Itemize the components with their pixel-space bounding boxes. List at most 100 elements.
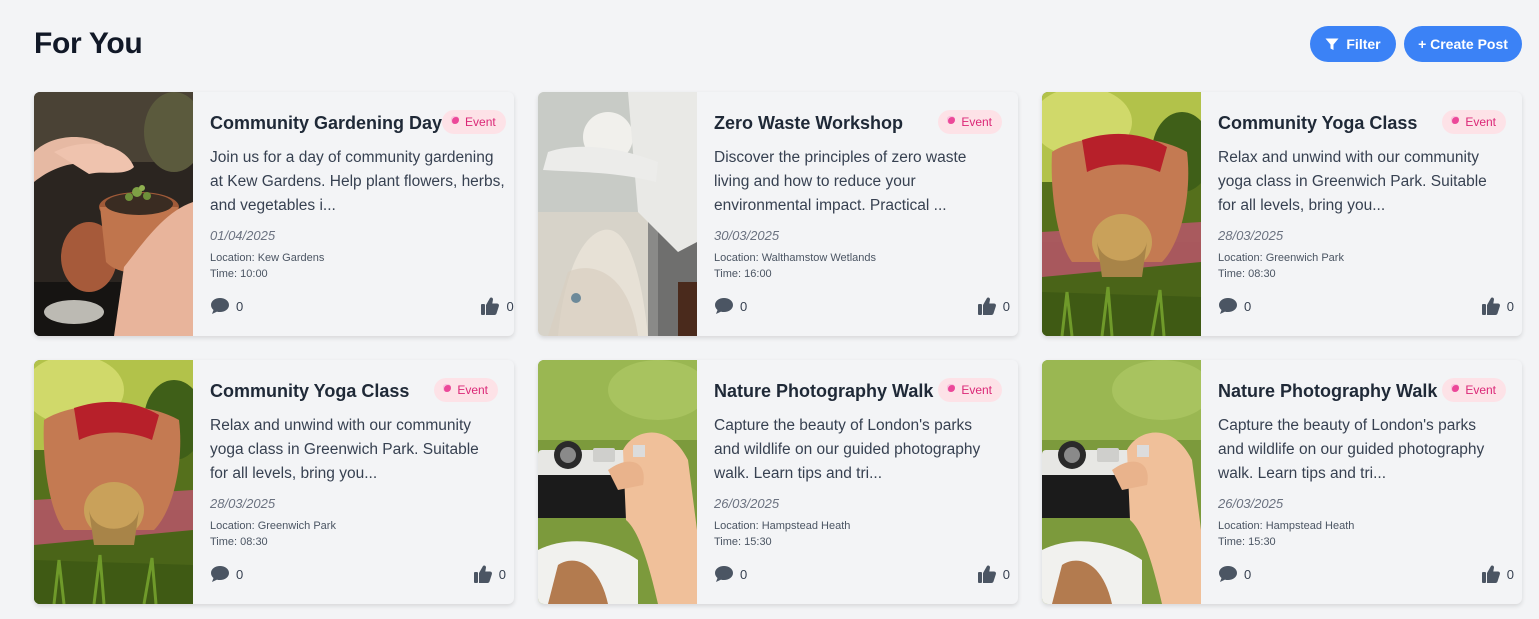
post-image xyxy=(1042,92,1201,336)
badge-label: Event xyxy=(961,115,992,129)
create-post-button-label: + Create Post xyxy=(1418,36,1508,52)
thumbs-up-icon xyxy=(480,296,500,316)
post-title-row: Community Yoga Class Event xyxy=(1218,110,1506,138)
post-card[interactable]: Community Yoga Class Event Relax and unw… xyxy=(34,360,514,604)
comment-button[interactable]: 0 xyxy=(210,565,243,583)
like-count: 0 xyxy=(498,566,506,582)
filter-button-label: Filter xyxy=(1346,36,1381,52)
badge-label: Event xyxy=(457,383,488,397)
event-dot-icon xyxy=(947,116,956,124)
post-meta: Location: Kew Gardens Time: 10:00 xyxy=(210,250,506,282)
page-title: For You xyxy=(34,27,143,60)
post-title[interactable]: Nature Photography Walk xyxy=(714,381,933,402)
post-footer: 0 0 xyxy=(210,564,506,584)
post-image xyxy=(538,360,697,604)
create-post-button[interactable]: + Create Post xyxy=(1404,26,1522,62)
post-title-row: Zero Waste Workshop Event xyxy=(714,110,1002,138)
post-card-body: Nature Photography Walk Event Capture th… xyxy=(1201,360,1522,604)
post-title[interactable]: Community Gardening Day xyxy=(210,113,442,134)
post-location: Location: Hampstead Heath xyxy=(714,520,851,532)
page-header: For You Filter + Create Post xyxy=(34,24,1522,64)
post-location: Location: Hampstead Heath xyxy=(1218,520,1355,532)
event-badge: Event xyxy=(434,378,498,402)
post-date: 26/03/2025 xyxy=(714,496,780,511)
post-description: Discover the principles of zero waste li… xyxy=(714,149,967,214)
post-card[interactable]: Nature Photography Walk Event Capture th… xyxy=(1042,360,1522,604)
post-date: 26/03/2025 xyxy=(1218,496,1284,511)
post-title-row: Nature Photography Walk Event xyxy=(714,378,1002,406)
post-image xyxy=(34,92,193,336)
like-count: 0 xyxy=(506,298,514,314)
post-date: 01/04/2025 xyxy=(210,228,276,243)
event-badge: Event xyxy=(442,110,506,134)
comment-count: 0 xyxy=(1244,566,1252,582)
filter-button[interactable]: Filter xyxy=(1310,26,1396,62)
post-footer: 0 0 xyxy=(1218,296,1514,316)
comment-icon xyxy=(1218,565,1238,583)
post-meta: Location: Greenwich Park Time: 08:30 xyxy=(1218,250,1506,282)
like-button[interactable]: 0 xyxy=(1481,296,1514,316)
post-title[interactable]: Nature Photography Walk xyxy=(1218,381,1437,402)
post-time: Time: 15:30 xyxy=(1218,536,1276,548)
post-footer: 0 0 xyxy=(210,296,514,316)
comment-count: 0 xyxy=(740,566,748,582)
post-image xyxy=(1042,360,1201,604)
post-card[interactable]: Nature Photography Walk Event Capture th… xyxy=(538,360,1018,604)
like-button[interactable]: 0 xyxy=(1481,564,1514,584)
comment-button[interactable]: 0 xyxy=(1218,565,1251,583)
comment-icon xyxy=(1218,297,1238,315)
post-location: Location: Walthamstow Wetlands xyxy=(714,252,877,264)
event-badge: Event xyxy=(938,378,1002,402)
post-footer: 0 0 xyxy=(1218,564,1514,584)
post-title[interactable]: Community Yoga Class xyxy=(1218,113,1417,134)
like-button[interactable]: 0 xyxy=(977,564,1010,584)
comment-button[interactable]: 0 xyxy=(1218,297,1251,315)
post-card-body: Nature Photography Walk Event Capture th… xyxy=(697,360,1018,604)
like-button[interactable]: 0 xyxy=(480,296,514,316)
badge-label: Event xyxy=(465,115,496,129)
post-card[interactable]: Community Gardening Day Event Join us fo… xyxy=(34,92,514,336)
post-grid: Community Gardening Day Event Join us fo… xyxy=(34,92,1522,604)
post-footer: 0 0 xyxy=(714,296,1010,316)
comment-count: 0 xyxy=(740,298,748,314)
event-badge: Event xyxy=(1442,110,1506,134)
comment-button[interactable]: 0 xyxy=(714,565,747,583)
post-card-body: Zero Waste Workshop Event Discover the p… xyxy=(697,92,1018,336)
post-title-row: Community Yoga Class Event xyxy=(210,378,498,406)
post-title[interactable]: Community Yoga Class xyxy=(210,381,409,402)
comment-count: 0 xyxy=(1244,298,1252,314)
post-card[interactable]: Zero Waste Workshop Event Discover the p… xyxy=(538,92,1018,336)
like-button[interactable]: 0 xyxy=(977,296,1010,316)
post-time: Time: 16:00 xyxy=(714,268,772,280)
post-date: 28/03/2025 xyxy=(1218,228,1284,243)
post-title-row: Community Gardening Day Event xyxy=(210,110,506,138)
badge-label: Event xyxy=(1465,383,1496,397)
event-dot-icon xyxy=(947,384,956,392)
post-meta: Location: Hampstead Heath Time: 15:30 xyxy=(1218,518,1506,550)
like-count: 0 xyxy=(1002,566,1010,582)
thumbs-up-icon xyxy=(473,564,493,584)
post-time: Time: 08:30 xyxy=(1218,268,1276,280)
thumbs-up-icon xyxy=(1481,296,1501,316)
post-description: Capture the beauty of London's parks and… xyxy=(714,417,981,482)
event-dot-icon xyxy=(451,116,460,124)
post-card-body: Community Yoga Class Event Relax and unw… xyxy=(1201,92,1522,336)
like-count: 0 xyxy=(1506,298,1514,314)
post-title[interactable]: Zero Waste Workshop xyxy=(714,113,903,134)
post-card-body: Community Gardening Day Event Join us fo… xyxy=(193,92,514,336)
post-location: Location: Kew Gardens xyxy=(210,252,325,264)
post-time: Time: 15:30 xyxy=(714,536,772,548)
filter-icon xyxy=(1325,38,1339,50)
header-actions: Filter + Create Post xyxy=(1310,26,1522,62)
post-image xyxy=(34,360,193,604)
event-dot-icon xyxy=(443,384,452,392)
comment-button[interactable]: 0 xyxy=(210,297,243,315)
comment-button[interactable]: 0 xyxy=(714,297,747,315)
post-location: Location: Greenwich Park xyxy=(210,520,336,532)
like-button[interactable]: 0 xyxy=(473,564,506,584)
post-date: 30/03/2025 xyxy=(714,228,780,243)
post-card[interactable]: Community Yoga Class Event Relax and unw… xyxy=(1042,92,1522,336)
post-time: Time: 08:30 xyxy=(210,536,268,548)
like-count: 0 xyxy=(1002,298,1010,314)
comment-count: 0 xyxy=(236,298,244,314)
